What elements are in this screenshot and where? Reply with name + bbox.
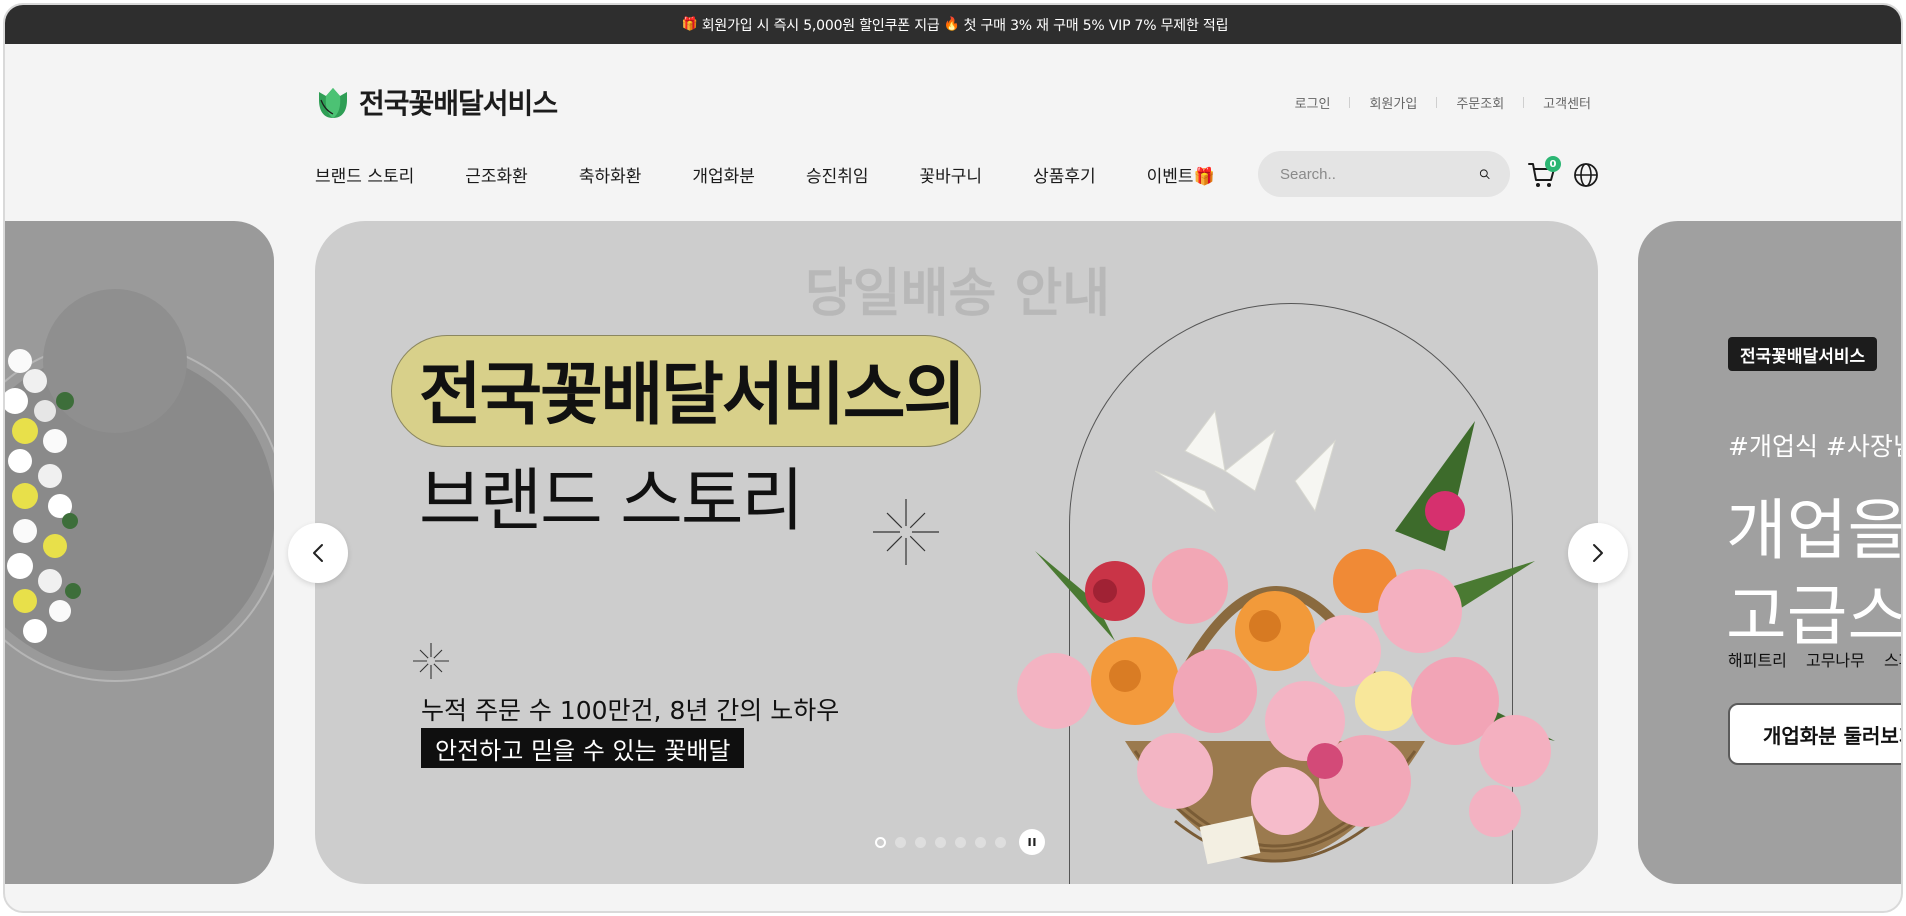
hero-description: 누적 주문 수 100만건, 8년 간의 노하우 bbox=[421, 696, 840, 725]
divider bbox=[1436, 97, 1438, 108]
search-icon[interactable] bbox=[1479, 162, 1490, 186]
fire-icon: 🔥 bbox=[943, 17, 960, 32]
pagination-dot[interactable] bbox=[875, 836, 886, 848]
nav-item-reviews[interactable]: 상품후기 bbox=[1033, 162, 1096, 187]
carousel-pagination bbox=[875, 829, 1045, 855]
hero-subheadline: 브랜드 스토리 bbox=[419, 462, 804, 541]
site-logo[interactable]: 전국꽃배달서비스 bbox=[315, 82, 558, 122]
logo-text: 전국꽃배달서비스 bbox=[359, 87, 558, 120]
next-slide-title-line1: 개업을 bbox=[1726, 492, 1903, 569]
pagination-dot[interactable] bbox=[975, 836, 986, 848]
tulip-logo-icon bbox=[319, 88, 347, 118]
nav-item-opening-plant[interactable]: 개업화분 bbox=[692, 162, 755, 187]
main-nav: 브랜드 스토리 근조화환 축하화환 개업화분 승진취임 꽃바구니 상품후기 이벤… bbox=[315, 162, 1215, 187]
pagination-dot[interactable] bbox=[895, 836, 906, 848]
chevron-right-icon bbox=[1593, 544, 1603, 562]
sparkle-icon bbox=[873, 499, 939, 565]
carousel-slide-active[interactable]: 당일배송 안내 전국꽃배달서비스의 브랜드 스토리 누적 주문 수 100만건,… bbox=[315, 221, 1598, 884]
gift-icon: 🎁 bbox=[681, 17, 698, 32]
promo-text-2: 첫 구매 3% 재 구매 5% VIP 7% 무제한 적립 bbox=[963, 17, 1229, 34]
plant-type-label: 해피트리 bbox=[1728, 651, 1787, 670]
carousel-slide-next[interactable]: 전국꽃배달서비스 #개업식 #사장님 # 개업을 고급스러 해피트리 고무나무 … bbox=[1638, 221, 1903, 884]
divider bbox=[1523, 97, 1525, 108]
pagination-dot[interactable] bbox=[955, 836, 966, 848]
next-slide-title-line2: 고급스러 bbox=[1726, 578, 1903, 655]
promo-bar[interactable]: 🎁 회원가입 시 즉시 5,000원 할인쿠폰 지급 🔥 첫 구매 3% 재 구… bbox=[5, 5, 1901, 44]
carousel-slide-prev[interactable] bbox=[5, 221, 274, 884]
divider bbox=[1349, 97, 1351, 108]
hero-headline: 전국꽃배달서비스의 bbox=[419, 339, 966, 438]
nav-item-brand-story[interactable]: 브랜드 스토리 bbox=[315, 162, 414, 187]
hero-tagline: 안전하고 믿을 수 있는 꽃배달 bbox=[421, 728, 745, 768]
nav-item-promotion[interactable]: 승진취임 bbox=[806, 162, 869, 187]
pause-icon bbox=[1028, 838, 1036, 846]
sparkle-icon bbox=[413, 643, 449, 679]
headline-suffix: 의 bbox=[903, 356, 966, 435]
flower-basket-image bbox=[1017, 409, 1555, 865]
plant-type-label: 고무나무 bbox=[1805, 651, 1865, 670]
pause-button[interactable] bbox=[1019, 829, 1045, 855]
carousel-prev-button[interactable] bbox=[288, 523, 348, 583]
carousel-next-button[interactable] bbox=[1568, 523, 1628, 583]
customer-center-link[interactable]: 고객센터 bbox=[1543, 93, 1591, 112]
order-lookup-link[interactable]: 주문조회 bbox=[1456, 93, 1504, 112]
cart-count-badge: 0 bbox=[1545, 156, 1561, 172]
nav-item-congrats-wreath[interactable]: 축하화환 bbox=[579, 162, 642, 187]
headline-brand: 전국꽃배달서비스 bbox=[419, 356, 905, 435]
login-link[interactable]: 로그인 bbox=[1295, 93, 1331, 112]
plant-type-label: 스파트 bbox=[1883, 651, 1901, 670]
pagination-dot[interactable] bbox=[915, 836, 926, 848]
browse-opening-plants-button[interactable]: 개업화분 둘러보기 bbox=[1728, 703, 1901, 765]
browser-frame: 🎁 회원가입 시 즉시 5,000원 할인쿠폰 지급 🔥 첫 구매 3% 재 구… bbox=[3, 3, 1903, 913]
search-input[interactable] bbox=[1280, 165, 1479, 183]
nav-item-flower-basket[interactable]: 꽃바구니 bbox=[920, 162, 983, 187]
utility-links: 로그인 회원가입 주문조회 고객센터 bbox=[1295, 93, 1591, 112]
plant-types: 해피트리 고무나무 스파트 bbox=[1728, 647, 1901, 671]
pagination-dot[interactable] bbox=[935, 836, 946, 848]
signup-link[interactable]: 회원가입 bbox=[1369, 93, 1417, 112]
promo-text-1: 회원가입 시 즉시 5,000원 할인쿠폰 지급 bbox=[701, 17, 940, 34]
ghost-title: 당일배송 안내 bbox=[805, 264, 1111, 324]
pagination-dot[interactable] bbox=[995, 836, 1006, 848]
search-box bbox=[1258, 151, 1510, 197]
chevron-left-icon bbox=[313, 544, 323, 562]
nav-item-funeral-wreath[interactable]: 근조화환 bbox=[465, 162, 528, 187]
hashtags: #개업식 #사장님 # bbox=[1728, 432, 1901, 461]
nav-item-event[interactable]: 이벤트🎁 bbox=[1147, 162, 1215, 187]
funeral-wreath-image bbox=[5, 289, 274, 682]
brand-badge: 전국꽃배달서비스 bbox=[1728, 337, 1878, 371]
globe-icon[interactable] bbox=[1573, 162, 1599, 188]
